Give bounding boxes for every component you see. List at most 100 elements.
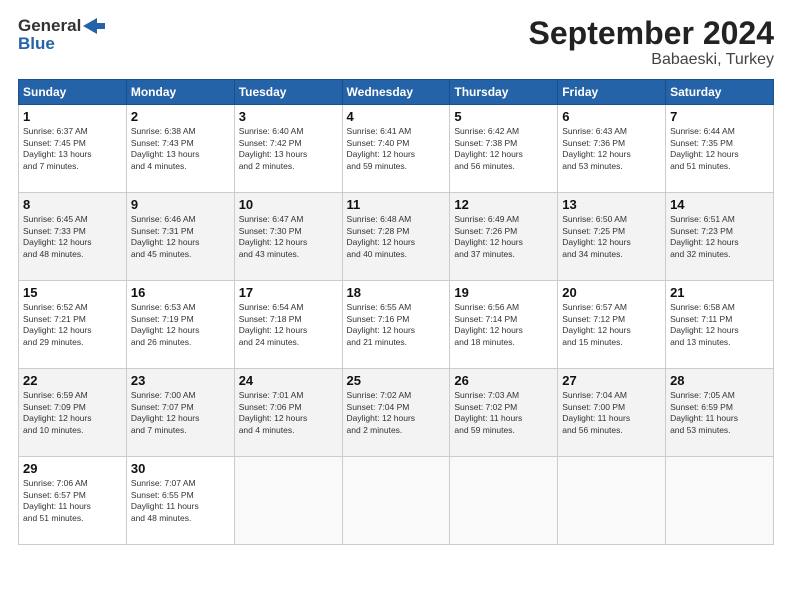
cell-info: Sunrise: 6:46 AMSunset: 7:31 PMDaylight:…: [131, 214, 230, 260]
day-number: 5: [454, 109, 553, 124]
cell-info: Sunrise: 7:03 AMSunset: 7:02 PMDaylight:…: [454, 390, 553, 436]
calendar-cell: 4 Sunrise: 6:41 AMSunset: 7:40 PMDaylight…: [342, 105, 450, 193]
day-number: 21: [670, 285, 769, 300]
week-row-3: 15 Sunrise: 6:52 AMSunset: 7:21 PMDayligh…: [19, 281, 774, 369]
cell-info: Sunrise: 6:58 AMSunset: 7:11 PMDaylight:…: [670, 302, 769, 348]
calendar-cell: 21 Sunrise: 6:58 AMSunset: 7:11 PMDayligh…: [666, 281, 774, 369]
week-row-1: 1Sunrise: 6:37 AMSunset: 7:45 PMDaylight…: [19, 105, 774, 193]
calendar-cell: 28 Sunrise: 7:05 AMSunset: 6:59 PMDayligh…: [666, 369, 774, 457]
calendar-cell: 15 Sunrise: 6:52 AMSunset: 7:21 PMDayligh…: [19, 281, 127, 369]
day-number: 23: [131, 373, 230, 388]
day-number: 8: [23, 197, 122, 212]
day-number: 24: [239, 373, 338, 388]
calendar-cell: 12Sunrise: 6:49 AMSunset: 7:26 PMDayligh…: [450, 193, 558, 281]
calendar-cell: [558, 457, 666, 545]
calendar-cell: 26 Sunrise: 7:03 AMSunset: 7:02 PMDayligh…: [450, 369, 558, 457]
week-row-4: 22 Sunrise: 6:59 AMSunset: 7:09 PMDayligh…: [19, 369, 774, 457]
calendar-cell: [234, 457, 342, 545]
calendar-cell: [666, 457, 774, 545]
col-header-tuesday: Tuesday: [234, 80, 342, 105]
cell-info: Sunrise: 6:41 AMSunset: 7:40 PMDaylight:…: [347, 126, 446, 172]
col-header-sunday: Sunday: [19, 80, 127, 105]
calendar-cell: 9 Sunrise: 6:46 AMSunset: 7:31 PMDaylight…: [126, 193, 234, 281]
calendar-cell: 17Sunrise: 6:54 AMSunset: 7:18 PMDayligh…: [234, 281, 342, 369]
day-number: 19: [454, 285, 553, 300]
cell-info: Sunrise: 6:44 AMSunset: 7:35 PMDaylight:…: [670, 126, 769, 172]
week-row-5: 29 Sunrise: 7:06 AMSunset: 6:57 PMDayligh…: [19, 457, 774, 545]
calendar-cell: 16 Sunrise: 6:53 AMSunset: 7:19 PMDayligh…: [126, 281, 234, 369]
day-number: 2: [131, 109, 230, 124]
calendar-cell: 10Sunrise: 6:47 AMSunset: 7:30 PMDayligh…: [234, 193, 342, 281]
cell-info: Sunrise: 7:07 AMSunset: 6:55 PMDaylight:…: [131, 478, 230, 524]
calendar-cell: 8 Sunrise: 6:45 AMSunset: 7:33 PMDaylight…: [19, 193, 127, 281]
day-number: 7: [670, 109, 769, 124]
cell-info: Sunrise: 6:55 AMSunset: 7:16 PMDaylight:…: [347, 302, 446, 348]
calendar-cell: 2Sunrise: 6:38 AMSunset: 7:43 PMDaylight…: [126, 105, 234, 193]
calendar-cell: 18 Sunrise: 6:55 AMSunset: 7:16 PMDayligh…: [342, 281, 450, 369]
calendar-table: SundayMondayTuesdayWednesdayThursdayFrid…: [18, 79, 774, 545]
cell-info: Sunrise: 7:01 AMSunset: 7:06 PMDaylight:…: [239, 390, 338, 436]
cell-info: Sunrise: 6:43 AMSunset: 7:36 PMDaylight:…: [562, 126, 661, 172]
cell-info: Sunrise: 6:51 AMSunset: 7:23 PMDaylight:…: [670, 214, 769, 260]
day-number: 15: [23, 285, 122, 300]
logo: General Blue: [18, 16, 105, 54]
day-number: 26: [454, 373, 553, 388]
calendar-cell: 30 Sunrise: 7:07 AMSunset: 6:55 PMDayligh…: [126, 457, 234, 545]
calendar-cell: 11 Sunrise: 6:48 AMSunset: 7:28 PMDayligh…: [342, 193, 450, 281]
cell-info: Sunrise: 6:49 AMSunset: 7:26 PMDaylight:…: [454, 214, 553, 260]
calendar-title: September 2024: [529, 16, 774, 51]
day-number: 16: [131, 285, 230, 300]
logo-arrow-icon: [83, 18, 105, 34]
calendar-cell: 7 Sunrise: 6:44 AMSunset: 7:35 PMDaylight…: [666, 105, 774, 193]
cell-info: Sunrise: 7:05 AMSunset: 6:59 PMDaylight:…: [670, 390, 769, 436]
calendar-cell: [342, 457, 450, 545]
calendar-cell: 29 Sunrise: 7:06 AMSunset: 6:57 PMDayligh…: [19, 457, 127, 545]
cell-info: Sunrise: 6:54 AMSunset: 7:18 PMDaylight:…: [239, 302, 338, 348]
day-number: 29: [23, 461, 122, 476]
day-number: 25: [347, 373, 446, 388]
day-number: 28: [670, 373, 769, 388]
calendar-cell: 23 Sunrise: 7:00 AMSunset: 7:07 PMDayligh…: [126, 369, 234, 457]
day-number: 9: [131, 197, 230, 212]
col-header-wednesday: Wednesday: [342, 80, 450, 105]
calendar-cell: 6 Sunrise: 6:43 AMSunset: 7:36 PMDaylight…: [558, 105, 666, 193]
day-number: 14: [670, 197, 769, 212]
day-number: 4: [347, 109, 446, 124]
week-row-2: 8 Sunrise: 6:45 AMSunset: 7:33 PMDaylight…: [19, 193, 774, 281]
calendar-cell: 27Sunrise: 7:04 AMSunset: 7:00 PMDayligh…: [558, 369, 666, 457]
day-number: 11: [347, 197, 446, 212]
cell-info: Sunrise: 6:48 AMSunset: 7:28 PMDaylight:…: [347, 214, 446, 260]
calendar-cell: 19Sunrise: 6:56 AMSunset: 7:14 PMDayligh…: [450, 281, 558, 369]
cell-info: Sunrise: 6:57 AMSunset: 7:12 PMDaylight:…: [562, 302, 661, 348]
day-number: 27: [562, 373, 661, 388]
calendar-cell: [450, 457, 558, 545]
day-number: 10: [239, 197, 338, 212]
cell-info: Sunrise: 6:50 AMSunset: 7:25 PMDaylight:…: [562, 214, 661, 260]
col-header-friday: Friday: [558, 80, 666, 105]
cell-info: Sunrise: 6:45 AMSunset: 7:33 PMDaylight:…: [23, 214, 122, 260]
col-header-thursday: Thursday: [450, 80, 558, 105]
calendar-cell: 3Sunrise: 6:40 AMSunset: 7:42 PMDaylight…: [234, 105, 342, 193]
calendar-cell: 1Sunrise: 6:37 AMSunset: 7:45 PMDaylight…: [19, 105, 127, 193]
day-number: 20: [562, 285, 661, 300]
cell-info: Sunrise: 7:06 AMSunset: 6:57 PMDaylight:…: [23, 478, 122, 524]
day-number: 6: [562, 109, 661, 124]
cell-info: Sunrise: 6:59 AMSunset: 7:09 PMDaylight:…: [23, 390, 122, 436]
cell-info: Sunrise: 6:40 AMSunset: 7:42 PMDaylight:…: [239, 126, 338, 172]
day-number: 13: [562, 197, 661, 212]
calendar-cell: 5 Sunrise: 6:42 AMSunset: 7:38 PMDaylight…: [450, 105, 558, 193]
col-header-monday: Monday: [126, 80, 234, 105]
day-number: 22: [23, 373, 122, 388]
cell-info: Sunrise: 7:00 AMSunset: 7:07 PMDaylight:…: [131, 390, 230, 436]
day-number: 30: [131, 461, 230, 476]
cell-info: Sunrise: 6:42 AMSunset: 7:38 PMDaylight:…: [454, 126, 553, 172]
cell-info: Sunrise: 6:53 AMSunset: 7:19 PMDaylight:…: [131, 302, 230, 348]
cell-info: Sunrise: 7:02 AMSunset: 7:04 PMDaylight:…: [347, 390, 446, 436]
cell-info: Sunrise: 6:52 AMSunset: 7:21 PMDaylight:…: [23, 302, 122, 348]
day-number: 18: [347, 285, 446, 300]
cell-info: Sunrise: 6:37 AMSunset: 7:45 PMDaylight:…: [23, 126, 122, 172]
calendar-cell: 22 Sunrise: 6:59 AMSunset: 7:09 PMDayligh…: [19, 369, 127, 457]
calendar-cell: 25 Sunrise: 7:02 AMSunset: 7:04 PMDayligh…: [342, 369, 450, 457]
calendar-cell: 13 Sunrise: 6:50 AMSunset: 7:25 PMDayligh…: [558, 193, 666, 281]
calendar-subtitle: Babaeski, Turkey: [529, 51, 774, 69]
